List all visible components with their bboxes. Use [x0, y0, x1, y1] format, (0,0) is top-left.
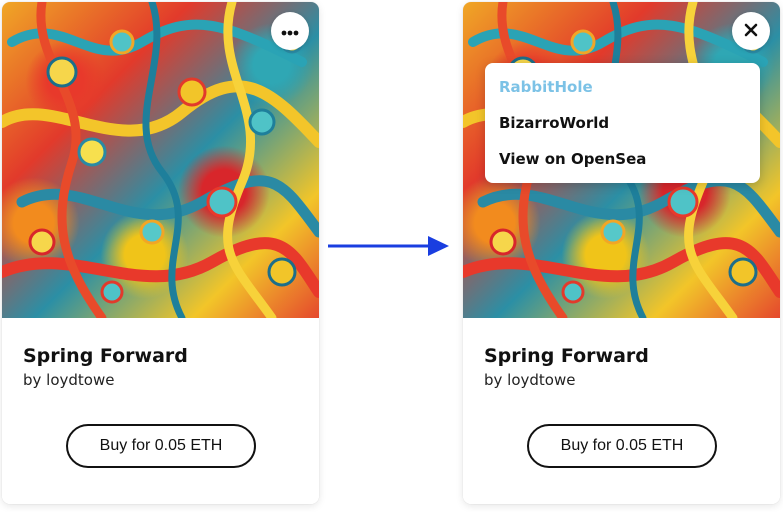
nft-artwork-image[interactable] — [2, 2, 319, 318]
buy-button[interactable]: Buy for 0.05 ETH — [66, 424, 256, 468]
nft-creator: by loydtowe — [484, 371, 576, 389]
options-menu: RabbitHole BizarroWorld View on OpenSea — [485, 63, 760, 183]
card-info: Spring Forward by loydtowe Buy for 0.05 … — [463, 318, 780, 504]
card-info: Spring Forward by loydtowe Buy for 0.05 … — [2, 318, 319, 504]
close-menu-button[interactable] — [732, 12, 770, 50]
nft-card-menu-open: RabbitHole BizarroWorld View on OpenSea … — [463, 2, 780, 504]
more-horizontal-icon — [281, 24, 299, 39]
more-options-button[interactable] — [271, 12, 309, 50]
menu-item-bizarroworld[interactable]: BizarroWorld — [485, 112, 760, 148]
nft-card-default: Spring Forward by loydtowe Buy for 0.05 … — [2, 2, 319, 504]
nft-title: Spring Forward — [23, 345, 188, 367]
menu-item-rabbithole[interactable]: RabbitHole — [485, 76, 760, 112]
menu-item-view-on-opensea[interactable]: View on OpenSea — [485, 148, 760, 184]
nft-creator: by loydtowe — [23, 371, 115, 389]
close-icon — [744, 23, 758, 40]
buy-button[interactable]: Buy for 0.05 ETH — [527, 424, 717, 468]
arrow-right-icon — [328, 235, 450, 262]
nft-title: Spring Forward — [484, 345, 649, 367]
